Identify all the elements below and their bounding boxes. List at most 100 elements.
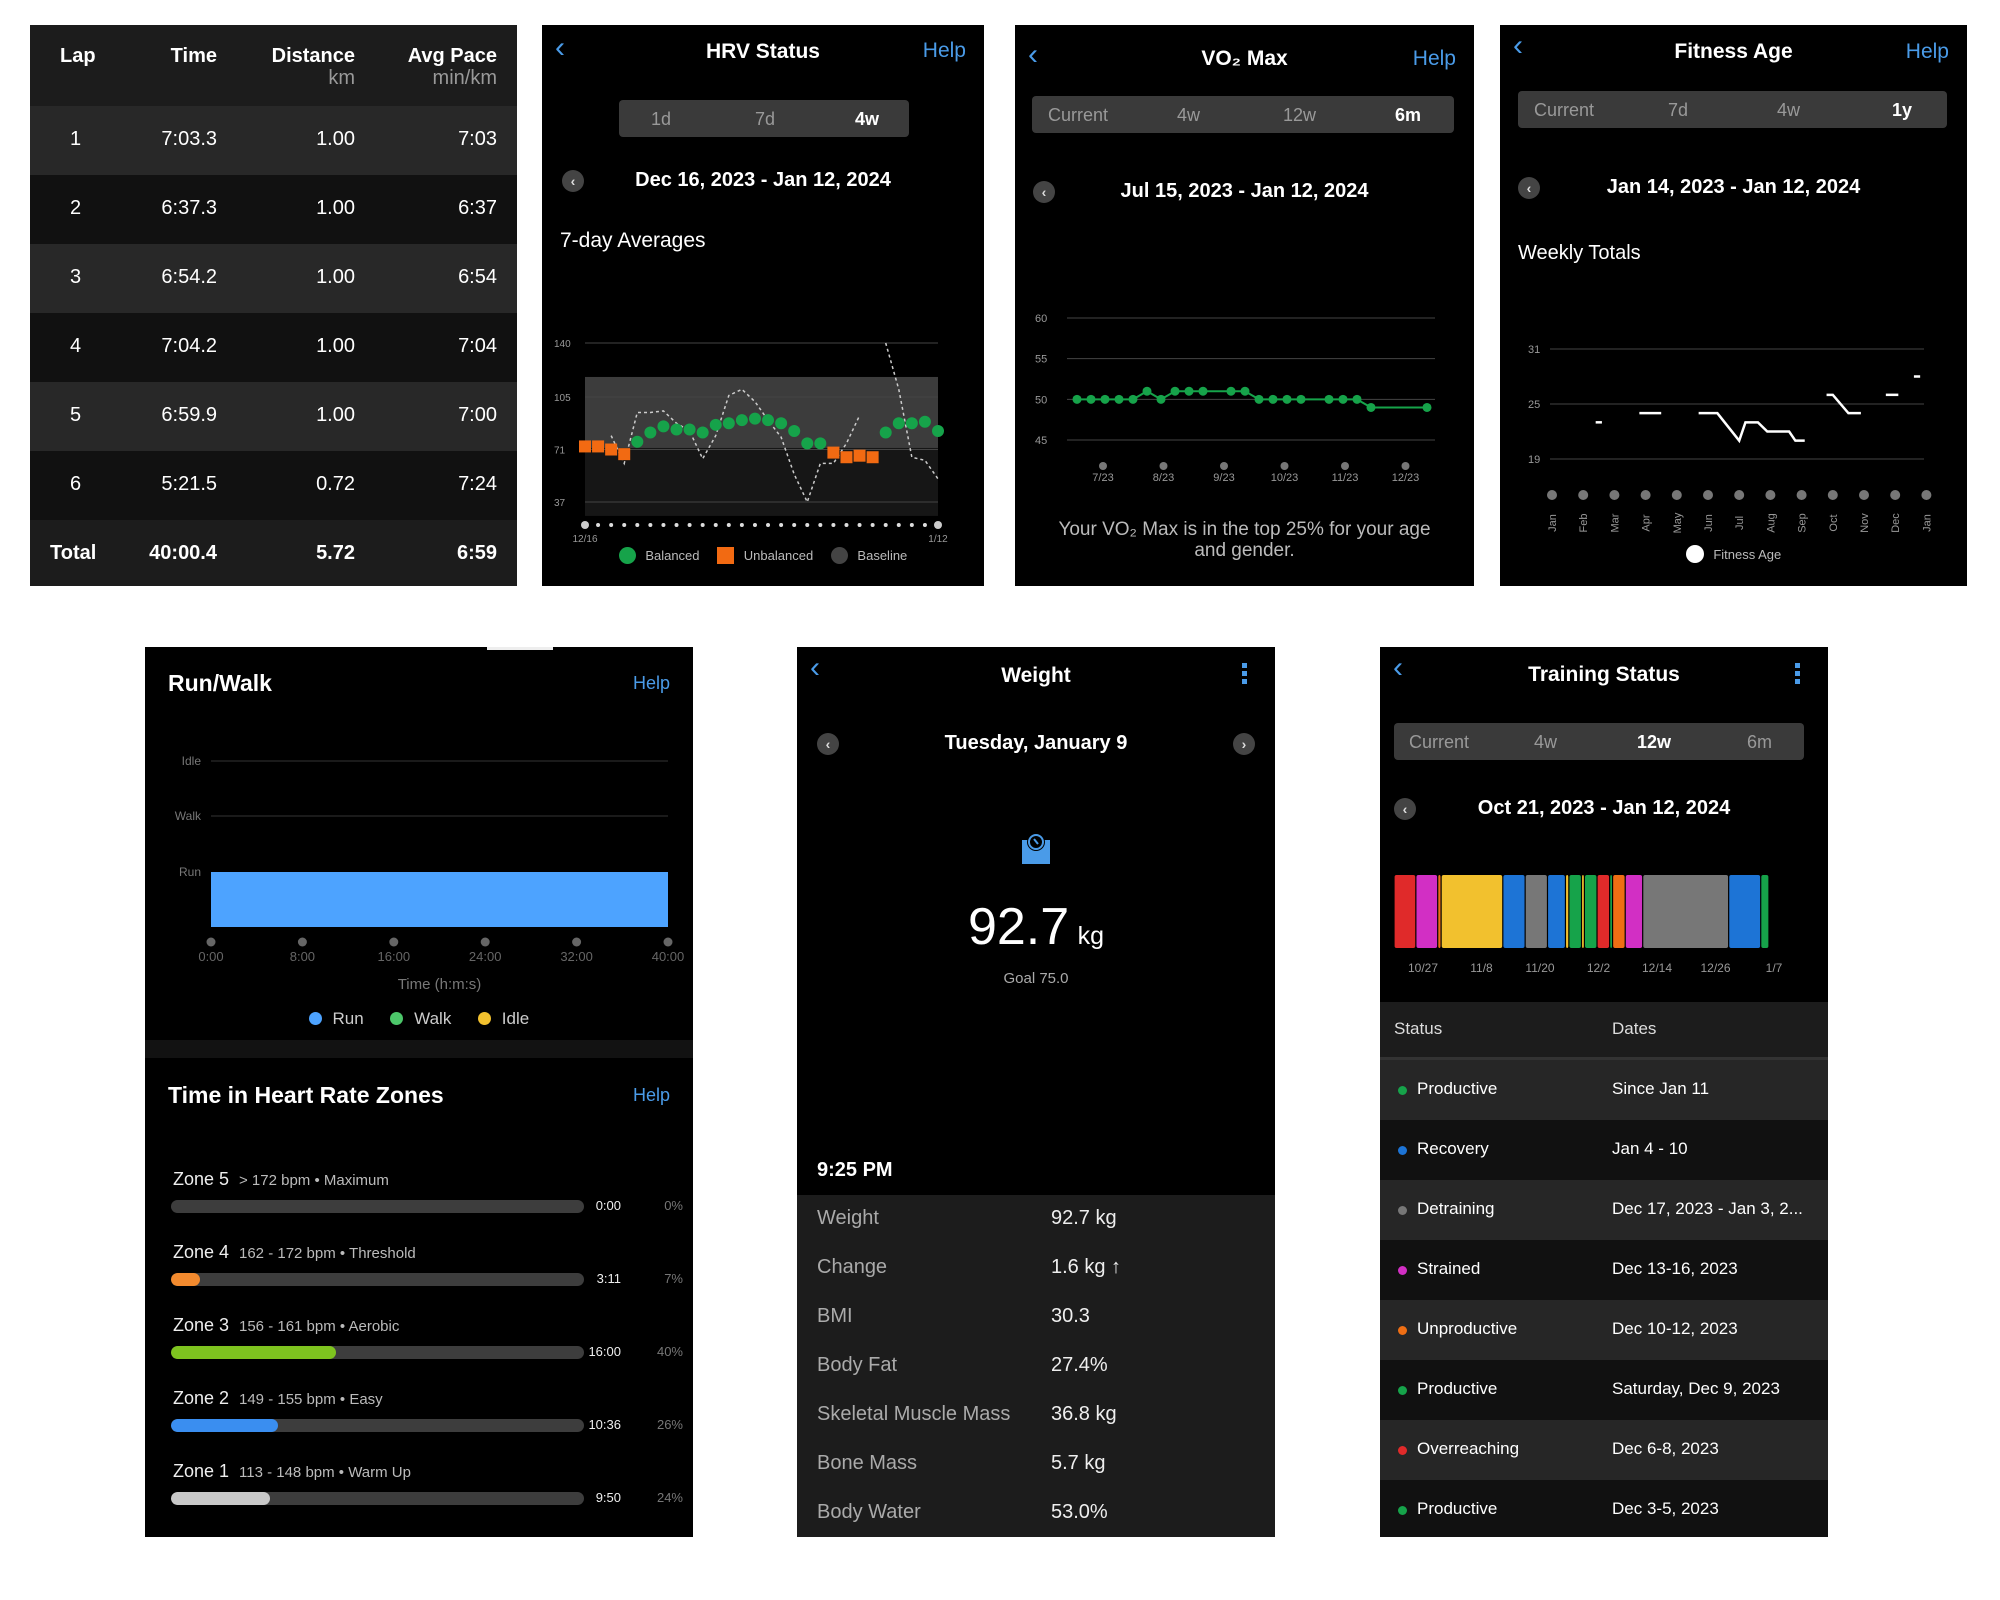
lap-pace: 6:54 [458, 266, 497, 288]
training-status-row[interactable]: Recovery Jan 4 - 10 [1380, 1120, 1828, 1180]
tab-7d[interactable]: 7d [1668, 100, 1688, 121]
x-tick-label: 16:00 [378, 949, 411, 964]
lap-row: 4 7:04.2 1.00 7:04 [30, 313, 517, 382]
total-distance: 5.72 [316, 542, 355, 564]
y-category-label: Idle [182, 754, 202, 768]
tab-current[interactable]: Current [1409, 732, 1469, 753]
vo2-point [1338, 394, 1348, 404]
vo2-help-link[interactable]: Help [1413, 47, 1456, 71]
status-segment-overreaching [1394, 875, 1416, 948]
tab-1y[interactable]: 1y [1892, 100, 1912, 121]
tab-6m[interactable]: 6m [1747, 732, 1772, 753]
tab-12w[interactable]: 12w [1637, 732, 1671, 753]
training-status-row[interactable]: Overreaching Dec 6-8, 2023 [1380, 1420, 1828, 1480]
hrv-chart: 140 105 71 37 12/16 1/12 [554, 339, 948, 545]
section-divider [145, 1040, 693, 1058]
balanced-point [696, 426, 709, 439]
legend-idle-label: Idle [501, 1008, 530, 1028]
x-tick-label: 11/23 [1332, 472, 1359, 484]
status-segment-strained [1625, 875, 1643, 948]
balanced-point [735, 414, 748, 427]
next-day-button[interactable]: › [1233, 733, 1255, 755]
training-status-row[interactable]: Unproductive Dec 10-12, 2023 [1380, 1300, 1828, 1360]
zone-range: 113 - 148 bpm • Warm Up [239, 1464, 411, 1481]
lap-pace: 6:37 [458, 197, 497, 219]
weight-detail-row: Bone Mass 5.7 kg [797, 1440, 1275, 1489]
tab-4w[interactable]: 4w [1777, 100, 1800, 121]
training-status-row[interactable]: Strained Dec 13-16, 2023 [1380, 1240, 1828, 1300]
run-walk-help-link[interactable]: Help [633, 673, 670, 694]
tab-4w[interactable]: 4w [1177, 105, 1200, 126]
fitness-age-subtitle: Weekly Totals [1518, 242, 1641, 264]
training-status-row[interactable]: Detraining Dec 17, 2023 - Jan 3, 2... [1380, 1180, 1828, 1240]
zone-range: > 172 bpm • Maximum [239, 1172, 389, 1189]
status-dot-icon [1398, 1326, 1407, 1335]
run-walk-panel: Run/Walk Help Idle Walk Run 0:00 8:00 16:00 24… [145, 647, 693, 1537]
legend-unbalanced-label: Unbalanced [743, 548, 814, 564]
detail-label: BMI [817, 1305, 853, 1327]
lap-pace: 7:03 [458, 128, 497, 150]
legend-run-label: Run [332, 1008, 364, 1028]
balanced-point [709, 418, 722, 431]
status-dates: Dec 6-8, 2023 [1612, 1439, 1719, 1458]
fitness-age-chart: 31 25 19 Jan Feb Mar Apr May Jun Jul Aug Sep Oct Nov D… [1528, 344, 1933, 533]
tab-1d[interactable]: 1d [651, 109, 671, 130]
x-axis-day-dot [909, 523, 914, 527]
x-tick-label: 32:00 [560, 949, 593, 964]
balanced-point [683, 423, 696, 436]
fitness-age-panel: ‹ Fitness Age Help Current 7d 4w 1y ‹ Ja… [1500, 25, 1967, 586]
zone-progress-track [171, 1419, 584, 1432]
tab-12w[interactable]: 12w [1283, 105, 1316, 126]
fitness-age-legend: Fitness Age [1500, 545, 1967, 563]
y-tick-label: 50 [1035, 394, 1047, 406]
status-dot-icon [1398, 1506, 1407, 1515]
x-tick-label: May [1672, 512, 1684, 533]
zone-progress-fill [171, 1492, 271, 1505]
balanced-point [801, 437, 814, 450]
run-walk-legend: Run Walk Idle [145, 1008, 693, 1029]
training-status-row[interactable]: Productive Saturday, Dec 9, 2023 [1380, 1360, 1828, 1420]
header-distance: Distance [271, 45, 355, 67]
tab-4w[interactable]: 4w [855, 109, 879, 130]
x-axis-day-dot [661, 523, 666, 527]
weight-panel: ‹ Weight ‹ Tuesday, January 9 › 92.7 kg … [797, 647, 1275, 1537]
x-tick-dot [1765, 490, 1776, 500]
fitness-age-help-link[interactable]: Help [1906, 40, 1949, 64]
more-options-icon[interactable] [1795, 663, 1800, 684]
x-tick-dot [480, 937, 490, 947]
weight-detail-row: Weight 92.7 kg [797, 1195, 1275, 1244]
tab-4w[interactable]: 4w [1534, 732, 1557, 753]
tab-current[interactable]: Current [1048, 105, 1108, 126]
training-status-row[interactable]: Productive Since Jan 11 [1380, 1060, 1828, 1120]
tab-6m[interactable]: 6m [1395, 105, 1421, 126]
balanced-point [932, 424, 944, 437]
training-date-range: Oct 21, 2023 - Jan 12, 2024 [1477, 797, 1731, 819]
more-options-icon[interactable] [1242, 663, 1247, 684]
zone-range: 149 - 155 bpm • Easy [239, 1391, 383, 1408]
detail-value: 5.7 kg [1051, 1452, 1106, 1474]
unbalanced-point [605, 443, 618, 456]
vo2-point [1100, 394, 1110, 404]
x-axis-day-dot [622, 523, 627, 527]
x-tick-label: Oct [1828, 514, 1840, 531]
x-axis-day-dot [805, 523, 810, 527]
hr-zones-help-link[interactable]: Help [633, 1085, 670, 1106]
tab-7d[interactable]: 7d [755, 109, 775, 130]
y-tick-label: 37 [554, 498, 566, 509]
vo2-point [1366, 402, 1376, 412]
x-tick-dot [1341, 462, 1349, 470]
x-tick-label: 12/14 [1642, 961, 1672, 975]
tab-current[interactable]: Current [1534, 100, 1594, 121]
status-dates: Dec 13-16, 2023 [1612, 1259, 1738, 1278]
x-axis-day-dot [700, 523, 705, 527]
x-tick-dot [663, 937, 673, 947]
hrv-help-link[interactable]: Help [923, 39, 966, 63]
vo2-point [1170, 386, 1180, 396]
y-tick-label: 55 [1035, 354, 1047, 366]
training-status-row[interactable]: Productive Dec 3-5, 2023 [1380, 1480, 1828, 1537]
hrv-title: HRV Status [706, 40, 820, 63]
lap-row: 2 6:37.3 1.00 6:37 [30, 175, 517, 244]
status-dot-icon [1398, 1266, 1407, 1275]
low-range-band [585, 447, 938, 516]
x-tick-label: 10/27 [1408, 961, 1438, 975]
